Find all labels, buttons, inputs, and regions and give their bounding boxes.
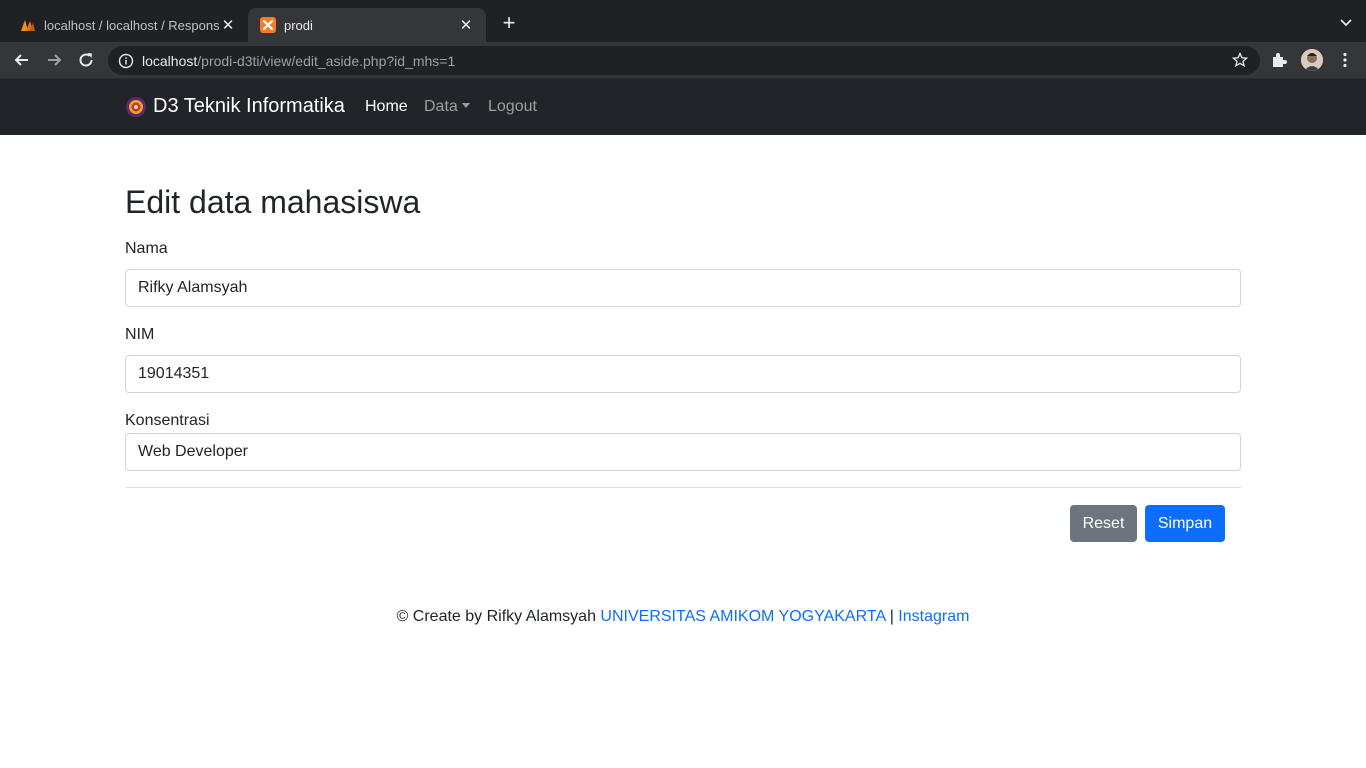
browser-toolbar: localhost/prodi-d3ti/view/edit_aside.php…: [0, 42, 1366, 79]
caret-down-icon: [461, 103, 470, 108]
tab-title: prodi: [284, 17, 313, 33]
phpmyadmin-favicon-icon: [21, 20, 35, 31]
forward-arrow-icon[interactable]: [44, 50, 64, 70]
page-title: Edit data mahasiswa: [125, 184, 421, 220]
reload-icon[interactable]: [76, 50, 96, 70]
browser-tab-phpmyadmin[interactable]: localhost / localhost / Responsi ✕: [8, 8, 248, 42]
simpan-button[interactable]: Simpan: [1145, 505, 1225, 542]
address-bar[interactable]: localhost/prodi-d3ti/view/edit_aside.php…: [108, 46, 1260, 75]
tab-title: localhost / localhost / Responsi: [44, 17, 220, 33]
konsentrasi-label: Konsentrasi: [125, 412, 210, 429]
browser-tab-prodi[interactable]: prodi ✕: [248, 8, 486, 42]
footer-credit-text: © Create by Rifky Alamsyah: [396, 608, 596, 625]
url-host: localhost: [142, 52, 198, 69]
close-tab-icon[interactable]: ✕: [458, 16, 474, 34]
nav-link-logout[interactable]: Logout: [488, 98, 537, 116]
nim-label: NIM: [125, 326, 155, 343]
browser-tab-strip: localhost / localhost / Responsi ✕ prodi…: [0, 0, 1366, 42]
extensions-puzzle-icon[interactable]: [1270, 51, 1288, 69]
footer-separator: |: [889, 608, 894, 625]
nim-input[interactable]: 19014351: [125, 355, 1241, 393]
bookmark-star-icon[interactable]: [1232, 52, 1248, 68]
close-tab-icon[interactable]: ✕: [220, 16, 236, 34]
form-divider: [125, 487, 1241, 488]
reset-button[interactable]: Reset: [1070, 505, 1137, 542]
new-tab-button[interactable]: +: [498, 12, 520, 34]
profile-avatar-icon: [1301, 49, 1323, 71]
instagram-link[interactable]: Instagram: [898, 608, 969, 625]
university-link[interactable]: UNIVERSITAS AMIKOM YOGYAKARTA: [600, 608, 885, 625]
nav-link-data-dropdown[interactable]: Data: [424, 98, 470, 116]
page-footer: © Create by Rifky Alamsyah UNIVERSITAS A…: [0, 608, 1366, 626]
navbar-brand[interactable]: D3 Teknik Informatika: [125, 95, 345, 118]
xampp-favicon-icon: [260, 17, 276, 33]
nama-input[interactable]: Rifky Alamsyah: [125, 269, 1241, 307]
url-path: /prodi-d3ti/view/edit_aside.php?id_mhs=1: [197, 52, 456, 69]
amikom-logo-icon: [126, 96, 146, 117]
url-text: localhost/prodi-d3ti/view/edit_aside.php…: [142, 53, 455, 69]
nav-link-data-label: Data: [424, 98, 458, 115]
site-info-icon[interactable]: [118, 53, 134, 69]
browser-menu-kebab-icon[interactable]: [1336, 51, 1354, 69]
nav-link-home[interactable]: Home: [365, 98, 408, 116]
profile-avatar[interactable]: [1301, 49, 1323, 71]
brand-text: D3 Teknik Informatika: [153, 95, 345, 117]
site-navbar: D3 Teknik Informatika Home Data Logout: [0, 79, 1366, 135]
konsentrasi-input[interactable]: Web Developer: [125, 433, 1241, 471]
back-arrow-icon[interactable]: [12, 50, 32, 70]
nama-label: Nama: [125, 240, 168, 257]
tab-search-chevron-icon[interactable]: [1338, 14, 1354, 30]
